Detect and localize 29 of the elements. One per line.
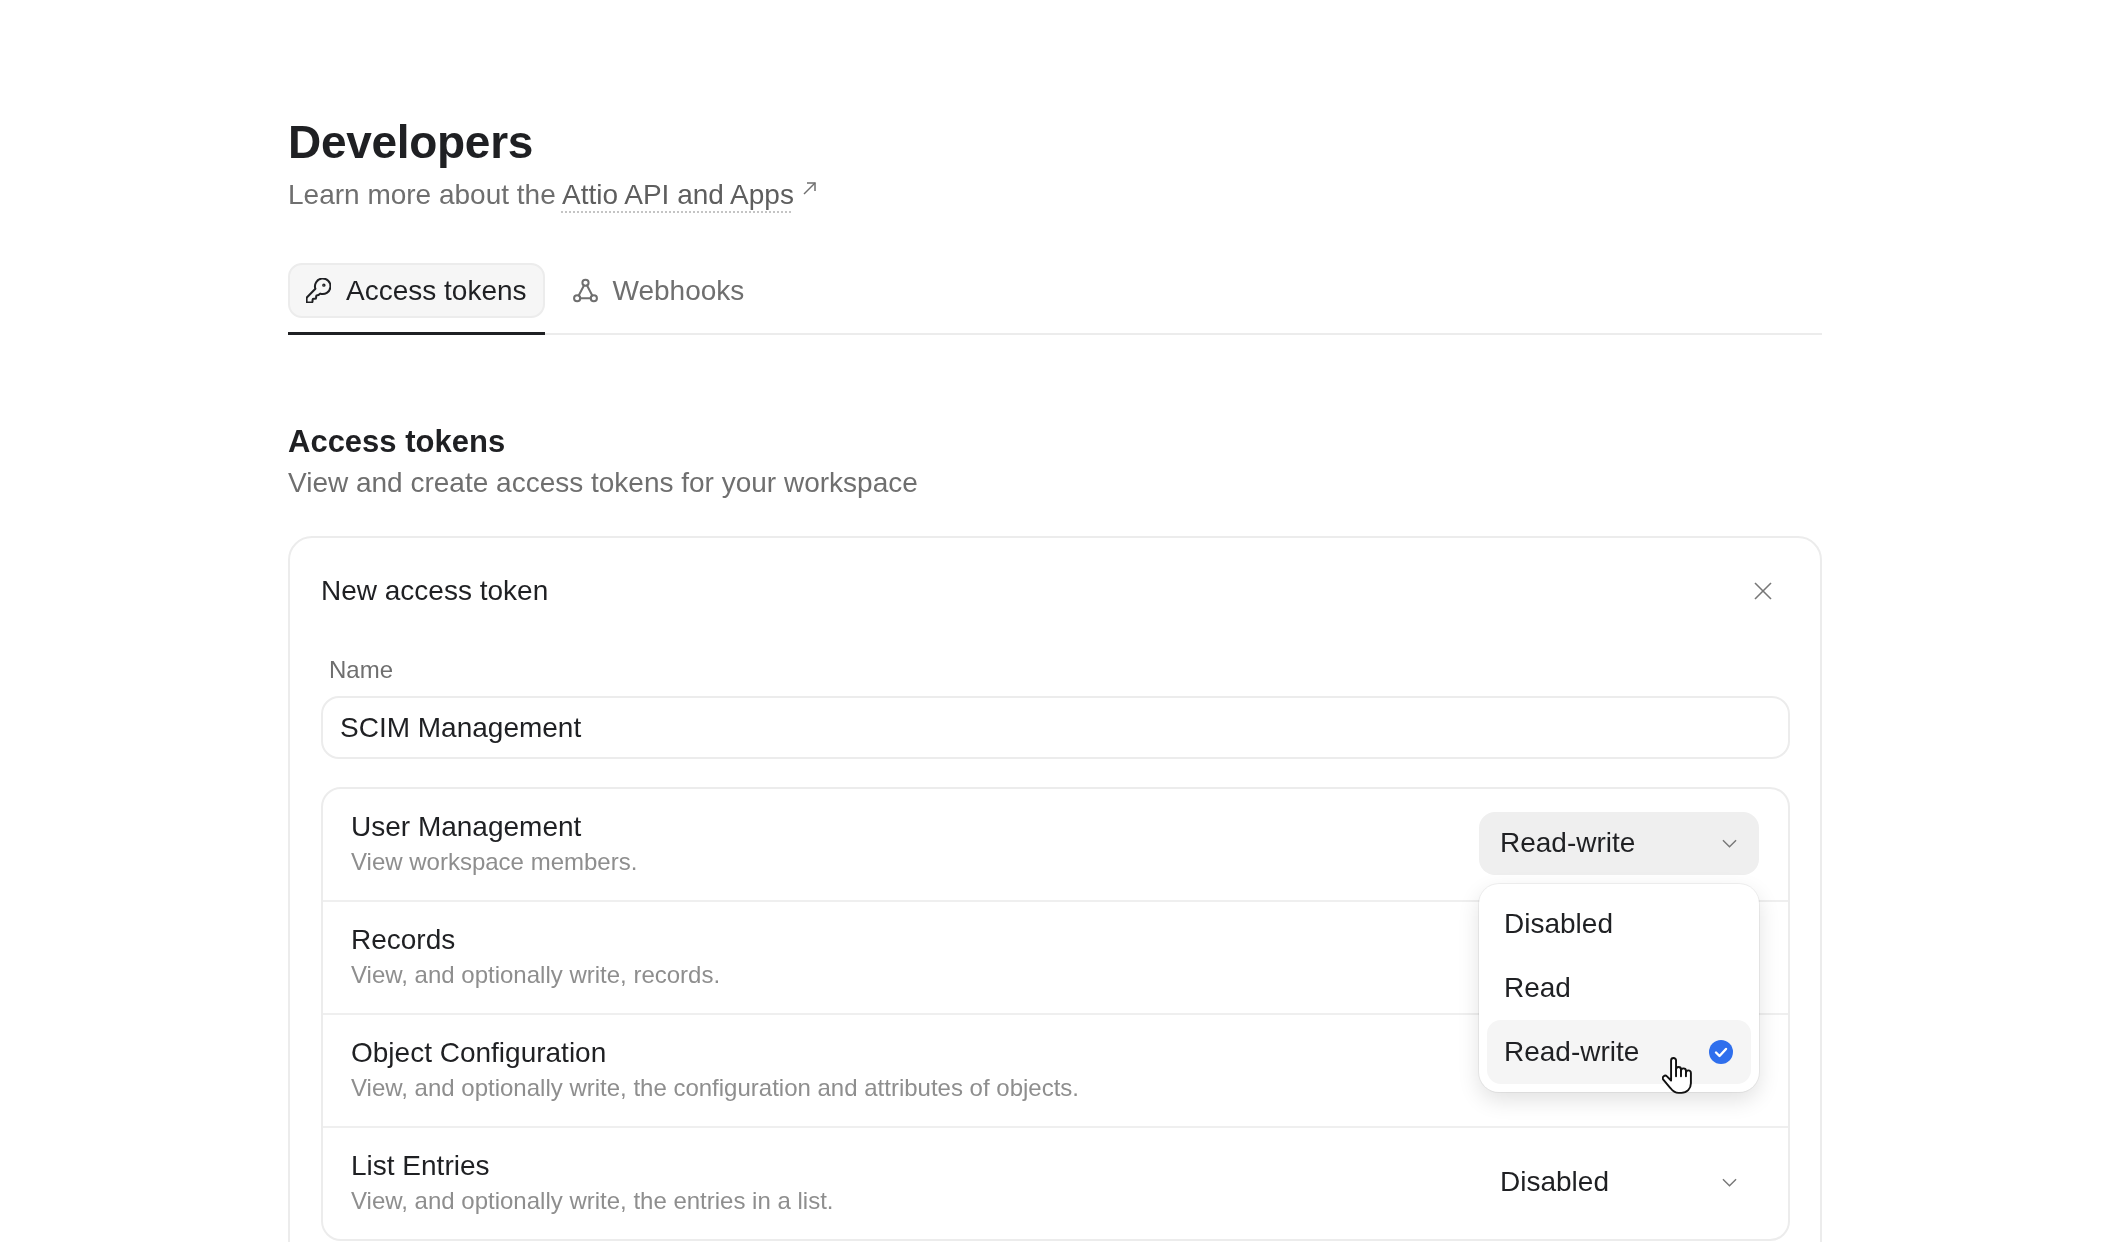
scope-title: List Entries xyxy=(351,1149,491,1183)
chevron-down-icon xyxy=(1722,838,1737,848)
scope-description: View, and optionally write, the entries in a list. xyxy=(351,1186,834,1216)
scope-title: Object Configuration xyxy=(351,1036,608,1070)
scope-title: User Management xyxy=(351,810,583,844)
external-link-icon xyxy=(802,182,816,195)
section-subtitle: View and create access tokens for your workspace xyxy=(288,466,919,500)
docs-link[interactable]: Attio API and Apps xyxy=(562,179,794,210)
menu-option[interactable]: Read xyxy=(1487,955,1751,1020)
scope-description: View, and optionally write, the configuration and attributes of objects. xyxy=(351,1073,1079,1103)
section-title: Access tokens xyxy=(288,423,507,461)
chevron-down-icon xyxy=(1722,1177,1737,1187)
access-select[interactable]: Read-write xyxy=(1479,811,1759,875)
tab[interactable]: Access tokens xyxy=(288,263,545,318)
name-input[interactable]: SCIM Management xyxy=(321,696,1790,759)
tab[interactable]: Webhooks xyxy=(554,263,763,318)
key-icon xyxy=(306,278,331,303)
field-label: Name xyxy=(328,655,395,685)
scope-description: View, and optionally write, records. xyxy=(351,960,721,990)
access-select[interactable]: Disabled xyxy=(1479,1150,1759,1214)
scope-title: Records xyxy=(351,923,457,957)
webhook-icon xyxy=(572,278,598,303)
scope-description: View workspace members. xyxy=(351,847,638,877)
page-subtitle: Learn more about the Attio API and Apps xyxy=(288,177,1822,213)
page-title: Developers xyxy=(288,115,534,170)
check-circle-icon xyxy=(1709,1039,1733,1064)
menu-option[interactable]: Disabled xyxy=(1487,891,1751,956)
card-title: New access token xyxy=(321,574,549,608)
close-icon xyxy=(1754,582,1772,600)
